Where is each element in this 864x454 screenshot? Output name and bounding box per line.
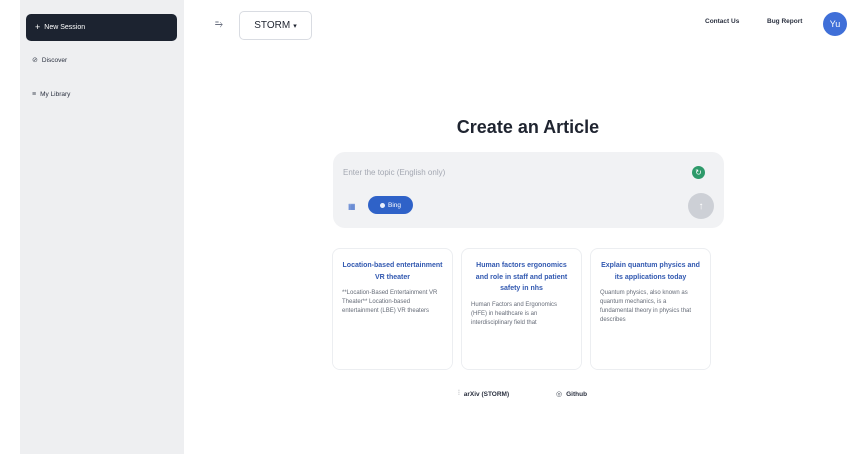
sidebar-item-my-library[interactable]: ≡ My Library — [32, 91, 70, 98]
send-button[interactable]: ↑ — [688, 193, 714, 219]
sidebar-toggle-icon[interactable]: ⥱ — [215, 19, 223, 30]
github-icon: ◎ — [556, 391, 563, 398]
sidebar-item-label: Discover — [41, 56, 68, 64]
sidebar-item-discover[interactable]: ⊘ Discover — [32, 56, 68, 65]
suggestion-card[interactable]: Explain quantum physics and its applicat… — [590, 248, 711, 370]
card-fade — [462, 335, 581, 369]
model-select[interactable]: STORM ▾ — [239, 11, 312, 40]
topic-input-box: ↻ ▦ Bing ↑ — [333, 152, 724, 228]
plus-icon: + — [35, 22, 41, 32]
suggestion-snippet: Quantum physics, also known as quantum m… — [600, 290, 692, 323]
arxiv-link[interactable]: ⫶ arXiv (STORM) — [458, 390, 509, 398]
new-session-label: New Session — [44, 24, 86, 31]
github-link[interactable]: ◎ Github — [556, 390, 588, 399]
suggestion-title: Explain quantum physics and its applicat… — [601, 262, 700, 281]
sidebar: + New Session ⊘ Discover ≡ My Library — [20, 0, 184, 454]
sidebar-item-label: My Library — [40, 91, 71, 98]
topic-input[interactable] — [343, 162, 673, 182]
contact-us-link[interactable]: Contact Us — [705, 18, 739, 25]
paper-icon: ⫶ — [458, 390, 460, 397]
refresh-icon[interactable]: ↻ — [692, 166, 705, 179]
new-session-button[interactable]: + New Session — [26, 14, 177, 41]
grid-icon[interactable]: ▦ — [348, 202, 356, 211]
suggestion-title: Human factors ergonomics and role in sta… — [475, 262, 568, 292]
suggestion-title: Location-based entertainment VR theater — [342, 262, 443, 281]
page-title: Create an Article — [456, 117, 600, 137]
suggestion-snippet: Human Factors and Ergonomics (HFE) in he… — [471, 301, 558, 326]
search-engine-label: Bing — [387, 201, 401, 209]
suggestion-card[interactable]: Human factors ergonomics and role in sta… — [461, 248, 582, 370]
suggestion-card[interactable]: Location-based entertainment VR theater … — [332, 248, 453, 370]
suggestion-snippet: **Location-Based Entertainment VR Theate… — [342, 290, 438, 314]
arxiv-label: arXiv (STORM) — [463, 390, 510, 398]
compass-icon: ⊘ — [32, 57, 38, 64]
card-fade — [333, 335, 452, 369]
chevron-down-icon: ▾ — [293, 22, 297, 30]
avatar[interactable]: Yu — [823, 12, 847, 36]
card-fade — [591, 335, 710, 369]
bug-report-link[interactable]: Bug Report — [767, 18, 802, 25]
search-engine-toggle[interactable]: Bing — [368, 196, 413, 214]
toggle-dot-icon — [379, 202, 385, 208]
library-icon: ≡ — [32, 91, 37, 98]
github-label: Github — [566, 390, 588, 398]
model-select-value: STORM — [254, 20, 291, 31]
